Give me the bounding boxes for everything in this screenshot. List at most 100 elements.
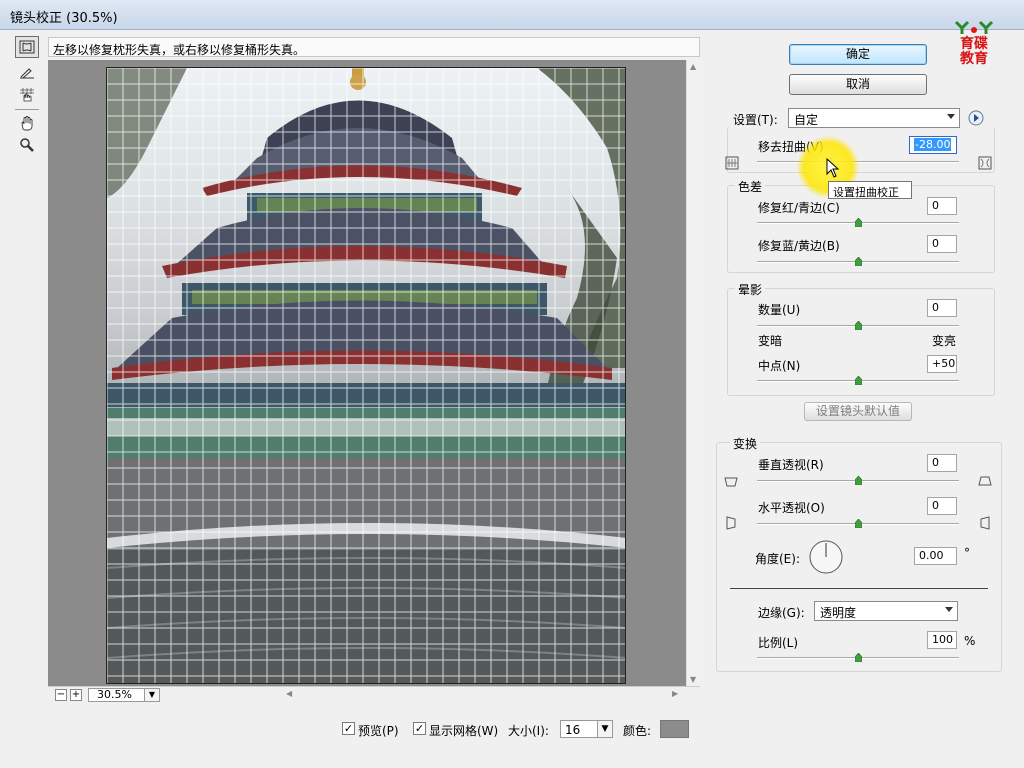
vignette-amount-label: 数量(U) [758, 303, 801, 317]
window-title: 镜头校正 (30.5%) [10, 11, 118, 26]
distortion-tooltip: 设置扭曲校正 [828, 181, 912, 199]
slider-thumb[interactable] [855, 257, 862, 266]
scale-unit: % [964, 634, 976, 648]
fix-red-cyan-label: 修复红/青边(C) [758, 201, 840, 215]
vignette-midpoint-label: 中点(N) [758, 359, 801, 373]
vignette-darken-label: 变暗 [758, 334, 783, 348]
scroll-up-icon[interactable]: ▲ [690, 62, 696, 71]
title-bar: 镜头校正 (30.5%) [0, 0, 1024, 30]
angle-unit: ° [964, 546, 970, 560]
horizontal-perspective-minus-icon [726, 516, 736, 530]
preview-label: 预览(P) [358, 724, 399, 738]
grid-color-swatch[interactable] [660, 720, 689, 738]
vertical-perspective-minus-icon [724, 477, 738, 487]
edge-select[interactable]: 透明度 [814, 601, 958, 621]
remove-distortion-field[interactable]: -28.00 [909, 136, 957, 154]
fix-blue-yellow-field[interactable]: 0 [927, 235, 957, 253]
cancel-button[interactable]: 取消 [789, 74, 927, 95]
hint-text: 左移以修复枕形失真，或右移以修复桶形失真。 [48, 37, 700, 57]
grid-lines [107, 68, 625, 683]
hand-tool-icon[interactable] [15, 112, 39, 134]
zoom-out-button[interactable]: − [55, 689, 67, 701]
remove-distortion-slider[interactable] [757, 157, 959, 166]
scroll-left-icon[interactable]: ◀ [286, 689, 292, 698]
preview-status-bar: − + 30.5% ▼ ◀ ▶ [48, 686, 700, 702]
vertical-perspective-plus-icon [978, 476, 992, 486]
grid-size-dropdown-icon[interactable]: ▼ [597, 720, 613, 738]
vertical-perspective-label: 垂直透视(R) [758, 458, 824, 472]
logo-text-line2: 教育 [960, 51, 988, 67]
grid-overlay [107, 68, 625, 683]
barrel-icon [978, 156, 992, 170]
chevron-down-icon [945, 607, 953, 612]
horizontal-perspective-slider[interactable] [757, 519, 959, 528]
edge-label: 边缘(G): [758, 606, 805, 620]
angle-dial[interactable] [808, 539, 844, 575]
vignette-amount-field[interactable]: 0 [927, 299, 957, 317]
preview-checkbox[interactable]: ✓ [342, 722, 355, 735]
slider-thumb[interactable] [855, 218, 862, 227]
chromatic-aberration-title: 色差 [735, 178, 766, 195]
settings-select[interactable]: 自定 [788, 108, 960, 128]
remove-distortion-value: -28.00 [914, 138, 952, 151]
vignette-lighten-label: 变亮 [932, 334, 957, 348]
slider-thumb[interactable] [855, 321, 862, 330]
zoom-field[interactable]: 30.5% [88, 688, 146, 702]
vignette-title: 晕影 [735, 281, 766, 298]
vertical-perspective-field[interactable]: 0 [927, 454, 957, 472]
set-lens-default-button[interactable]: 设置镜头默认值 [804, 402, 912, 421]
move-grid-tool-icon[interactable] [15, 84, 39, 106]
settings-menu-icon[interactable] [968, 110, 984, 126]
scale-label: 比例(L) [758, 636, 799, 650]
vertical-perspective-slider[interactable] [757, 476, 959, 485]
pincushion-icon [725, 156, 739, 170]
vignette-midpoint-field[interactable]: +50 [927, 355, 957, 373]
angle-field[interactable]: 0.00 [914, 547, 957, 565]
grid-size-field[interactable]: 16 [560, 720, 598, 738]
preview-vertical-scrollbar[interactable]: ▲ ▼ [686, 60, 700, 686]
scale-field[interactable]: 100 [927, 631, 957, 649]
settings-select-value: 自定 [794, 113, 819, 127]
horizontal-perspective-label: 水平透视(O) [758, 501, 825, 515]
remove-distortion-label: 移去扭曲(V) [758, 140, 824, 154]
zoom-tool-icon[interactable] [15, 134, 39, 156]
straighten-tool-icon[interactable] [15, 62, 39, 84]
show-grid-label: 显示网格(W) [429, 724, 499, 738]
transform-title: 变换 [730, 435, 761, 452]
scroll-right-icon[interactable]: ▶ [672, 689, 678, 698]
transform-divider [730, 588, 988, 589]
fix-red-cyan-field[interactable]: 0 [927, 197, 957, 215]
slider-thumb[interactable] [855, 653, 862, 662]
slider-thumb[interactable] [855, 519, 862, 528]
zoom-dropdown-icon[interactable]: ▼ [144, 688, 160, 702]
chevron-down-icon [947, 114, 955, 119]
slider-thumb[interactable] [855, 476, 862, 485]
ok-button[interactable]: 确定 [789, 44, 927, 65]
brand-logo: 育碟 教育 [950, 20, 998, 70]
settings-label: 设置(T): [733, 113, 778, 127]
slider-thumb[interactable] [826, 157, 834, 166]
tool-strip [12, 36, 42, 166]
vignette-midpoint-slider[interactable] [757, 376, 959, 385]
vignette-amount-slider[interactable] [757, 321, 959, 330]
scroll-down-icon[interactable]: ▼ [690, 675, 696, 684]
slider-thumb[interactable] [855, 376, 862, 385]
grid-size-label: 大小(I): [508, 724, 549, 738]
fix-blue-yellow-label: 修复蓝/黄边(B) [758, 239, 840, 253]
bottom-options-bar: ✓ 预览(P) ✓ 显示网格(W) 大小(I): 16 ▼ 颜色: [0, 712, 1024, 752]
grid-color-label: 颜色: [623, 724, 652, 738]
remove-distortion-tool-icon[interactable] [15, 36, 39, 58]
horizontal-perspective-field[interactable]: 0 [927, 497, 957, 515]
fix-blue-yellow-slider[interactable] [757, 257, 959, 266]
edge-select-value: 透明度 [820, 606, 857, 620]
zoom-in-button[interactable]: + [70, 689, 82, 701]
logo-text-line1: 育碟 [960, 36, 988, 52]
preview-area[interactable] [48, 60, 686, 686]
show-grid-checkbox[interactable]: ✓ [413, 722, 426, 735]
fix-red-cyan-slider[interactable] [757, 218, 959, 227]
horizontal-perspective-plus-icon [980, 516, 990, 530]
tool-separator [15, 109, 39, 110]
angle-label: 角度(E): [755, 552, 800, 566]
preview-image [106, 67, 626, 684]
scale-slider[interactable] [757, 653, 959, 662]
